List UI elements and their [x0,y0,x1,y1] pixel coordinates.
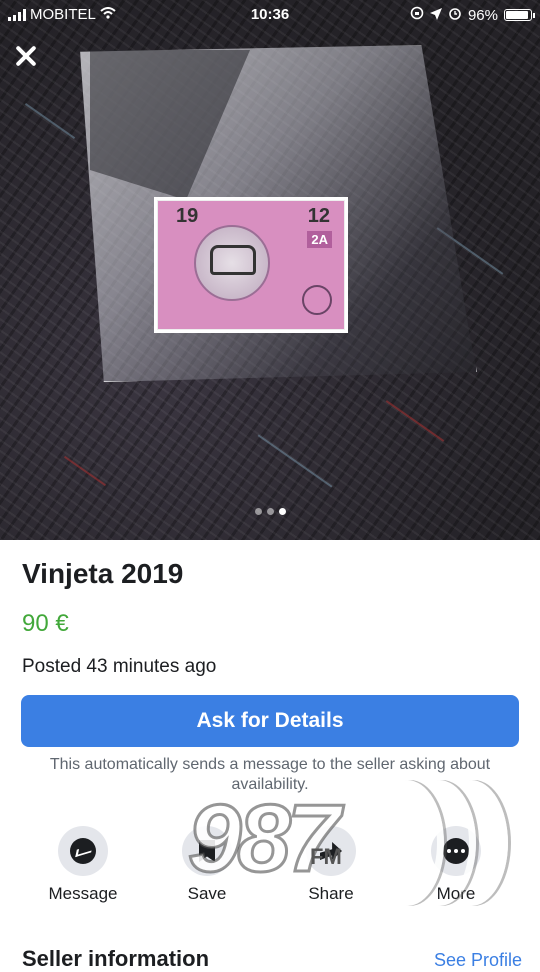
listing-photo[interactable]: 19 12 2A MOBITEL 10:36 96% [0,0,540,540]
mini-seal-icon [302,285,332,315]
save-button[interactable]: Save [152,826,262,904]
more-icon [443,838,469,864]
message-button[interactable]: Message [28,826,138,904]
sticker-category: 2A [307,231,332,248]
more-button[interactable]: More [401,826,511,904]
posted-time: Posted 43 minutes ago [22,656,217,677]
bookmark-icon [199,840,215,862]
pagination-dot-active[interactable] [278,508,286,515]
listing-price: 90 € [22,610,69,637]
sticker-year: 19 [176,205,199,227]
see-profile-link[interactable]: See Profile [434,950,522,971]
share-label: Share [308,884,354,903]
listing-title: Vinjeta 2019 [22,558,184,589]
vignette-sticker: 19 12 2A [157,200,345,330]
share-icon [320,842,342,860]
pagination-dot[interactable] [254,508,262,515]
car-icon [210,245,256,275]
share-button[interactable]: Share [276,826,386,904]
battery-icon [504,9,535,21]
more-label: More [436,884,476,903]
ask-note: This automatically sends a message to th… [49,756,491,793]
save-label: Save [187,884,227,903]
action-row: Message Save Share More [0,826,540,916]
seller-heading: Seller information [22,946,210,971]
close-icon[interactable] [14,44,38,68]
status-bar: MOBITEL 10:36 96% [0,0,540,30]
pagination-dot[interactable] [266,508,274,515]
alarm-icon [448,6,462,24]
location-icon [429,7,442,24]
battery-percent: 96% [467,6,498,24]
orientation-lock-icon [410,6,424,24]
message-label: Message [48,884,118,903]
photo-pagination [0,508,540,515]
sticker-month: 12 [307,205,330,227]
ask-for-details-button[interactable]: Ask for Details [21,695,519,747]
messenger-icon [70,838,96,864]
